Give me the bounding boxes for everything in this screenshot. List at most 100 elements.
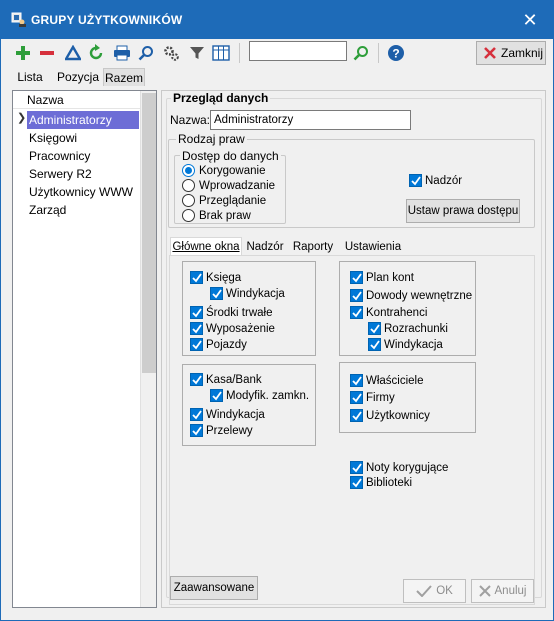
radio-brak-praw[interactable]: Brak praw [182, 209, 251, 222]
detail-panel: Przegląd danych Nazwa: Rodzaj praw Dostę… [161, 90, 546, 608]
checkbox-nadzor[interactable]: Nadzór [409, 174, 462, 187]
toolbar-search-input[interactable] [249, 41, 347, 61]
checkmark-icon [350, 476, 363, 489]
find-icon[interactable] [351, 43, 371, 63]
checkbox-uzytkownicy[interactable]: Użytkownicy [350, 409, 430, 422]
search-icon[interactable] [136, 43, 156, 63]
checkbox-dowody-wewnetrzne[interactable]: Dowody wewnętrzne [350, 289, 472, 302]
tab-razem[interactable]: Razem [103, 68, 145, 86]
checkmark-icon [190, 424, 203, 437]
checkmark-icon [190, 322, 203, 335]
tab-nadzor[interactable]: Nadzór [244, 237, 286, 256]
checkmark-icon [350, 374, 363, 387]
checkmark-icon [368, 338, 381, 351]
checkbox-firmy[interactable]: Firmy [350, 391, 395, 404]
tab-lista[interactable]: Lista [11, 68, 49, 86]
funnel-icon[interactable] [187, 43, 207, 63]
list-scrollbar[interactable] [140, 91, 156, 607]
radio-icon [182, 209, 195, 222]
filter-triangle-icon[interactable] [63, 43, 83, 63]
list-header[interactable]: Nazwa [13, 91, 140, 109]
checkbox-przelewy[interactable]: Przelewy [190, 424, 253, 437]
checkbox-windykacja-plan[interactable]: Windykacja [368, 338, 443, 351]
tab-glowne-okna[interactable]: Główne okna [170, 237, 242, 256]
list-item-serwery[interactable]: Serwery R2 [27, 165, 139, 183]
checkmark-icon [350, 271, 363, 284]
check-icon [416, 585, 432, 597]
checkmark-icon [190, 306, 203, 319]
ok-button[interactable]: OK [403, 579, 466, 603]
ok-button-label: OK [436, 585, 453, 597]
settings-icon[interactable] [161, 43, 181, 63]
title-bar: GRUPY UŻYTKOWNIKÓW ✕ [1, 1, 553, 39]
cancel-x-icon [478, 585, 491, 597]
print-icon[interactable] [112, 43, 132, 63]
radio-przegladanie[interactable]: Przeglądanie [182, 194, 266, 207]
checkbox-noty-korygujace[interactable]: Noty korygujące [350, 461, 448, 474]
checkbox-biblioteki[interactable]: Biblioteki [350, 476, 412, 489]
access-group-label: Dostęp do danych [180, 149, 281, 163]
name-label: Nazwa: [170, 113, 211, 127]
checkmark-icon [350, 461, 363, 474]
checkbox-windykacja-ksiega[interactable]: Windykacja [210, 287, 285, 300]
checkmark-icon [409, 174, 422, 187]
scrollbar-thumb[interactable] [142, 93, 156, 373]
list-item-zarzad[interactable]: Zarząd [27, 201, 139, 219]
checkbox-modyfik-zamkn[interactable]: Modyfik. zamkn. [210, 389, 309, 402]
columns-icon[interactable] [211, 43, 231, 63]
checkmark-icon [210, 287, 223, 300]
close-window-icon[interactable]: ✕ [507, 1, 553, 39]
radio-selected-icon [182, 164, 195, 177]
window-title: GRUPY UŻYTKOWNIKÓW [31, 13, 183, 27]
checkbox-wlasciciele[interactable]: Właściciele [350, 374, 424, 387]
list-item-ksiegowi[interactable]: Księgowi [27, 129, 139, 147]
advanced-button[interactable]: Zaawansowane [170, 576, 258, 600]
tab-raporty[interactable]: Raporty [290, 237, 336, 256]
tab-pozycja[interactable]: Pozycja [55, 68, 101, 86]
checkmark-icon [350, 391, 363, 404]
users-app-icon [11, 12, 26, 27]
list-item-pracownicy[interactable]: Pracownicy [27, 147, 139, 165]
checkmark-icon [190, 408, 203, 421]
checkmark-icon [190, 373, 203, 386]
checkbox-kasa-bank[interactable]: Kasa/Bank [190, 373, 262, 386]
cancel-button[interactable]: Anuluj [471, 579, 534, 603]
name-field[interactable] [210, 110, 411, 130]
toolbar-separator [239, 43, 240, 63]
checkbox-wyposazenie[interactable]: Wyposażenie [190, 322, 275, 335]
close-button-label: Zamknij [501, 46, 544, 60]
checkmark-icon [350, 306, 363, 319]
rights-group-label: Rodzaj praw [176, 132, 247, 146]
close-button[interactable]: Zamknij [476, 41, 546, 65]
refresh-icon[interactable] [86, 43, 106, 63]
help-icon[interactable]: ? [386, 43, 406, 63]
group-list: Nazwa ❯ Administratorzy Księgowi Pracown… [12, 90, 157, 608]
radio-icon [182, 179, 195, 192]
checkbox-pojazdy[interactable]: Pojazdy [190, 338, 247, 351]
set-rights-button[interactable]: Ustaw prawa dostępu [406, 199, 520, 223]
tab-ustawienia[interactable]: Ustawienia [343, 237, 403, 256]
checkmark-icon [350, 409, 363, 422]
overview-title: Przegląd danych [171, 91, 271, 105]
checkbox-plan-kont[interactable]: Plan kont [350, 271, 414, 284]
checkbox-srodki-trwale[interactable]: Środki trwałe [190, 306, 272, 319]
add-icon[interactable] [13, 43, 33, 63]
checkmark-icon [350, 289, 363, 302]
list-item-uzytkownicy-www[interactable]: Użytkownicy WWW [27, 183, 139, 201]
radio-icon [182, 194, 195, 207]
toolbar-separator [378, 43, 379, 63]
checkbox-rozrachunki[interactable]: Rozrachunki [368, 322, 448, 335]
checkmark-icon [368, 322, 381, 335]
checkbox-kontrahenci[interactable]: Kontrahenci [350, 306, 427, 319]
checkmark-icon [190, 271, 203, 284]
cancel-button-label: Anuluj [494, 585, 527, 597]
list-item-administratorzy[interactable]: Administratorzy [27, 111, 139, 129]
radio-wprowadzanie[interactable]: Wprowadzanie [182, 179, 275, 192]
checkmark-icon [190, 338, 203, 351]
remove-icon[interactable] [37, 43, 57, 63]
checkbox-windykacja-kasa[interactable]: Windykacja [190, 408, 265, 421]
row-pointer-icon: ❯ [17, 112, 27, 124]
radio-korygowanie[interactable]: Korygowanie [182, 164, 265, 177]
checkbox-ksiega[interactable]: Księga [190, 271, 241, 284]
checkmark-icon [210, 389, 223, 402]
